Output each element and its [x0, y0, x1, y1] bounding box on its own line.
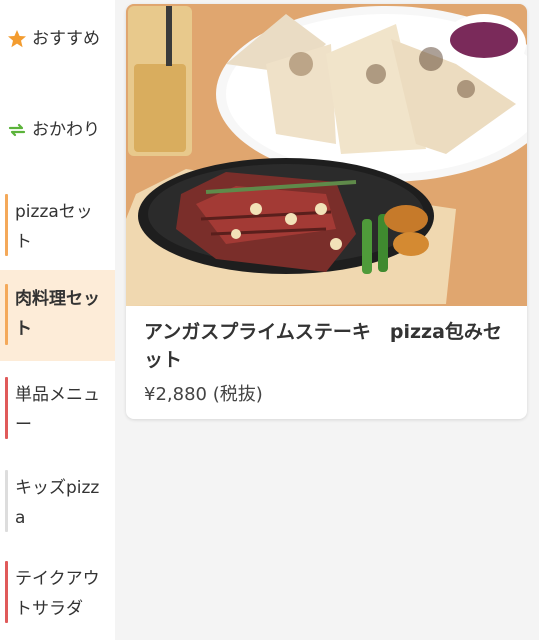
product-name: アンガスプライムステーキ pizza包みセット [144, 321, 502, 371]
product-price: ¥2,880 (税抜) [144, 384, 263, 405]
sidebar-item-single-menu[interactable]: 単品メニュー [0, 377, 115, 439]
sidebar-item-label: おかわり [32, 120, 100, 140]
category-sidebar: おすすめ おかわり pizzaセット 肉料理セット 単品メニュー キッズpizz… [0, 0, 115, 640]
sidebar-item-refill[interactable]: おかわり [0, 110, 115, 150]
sidebar-item-label: キッズpizza [15, 478, 100, 528]
sidebar-item-recommended[interactable]: おすすめ [0, 19, 115, 59]
sidebar-item-label: おすすめ [32, 29, 100, 49]
star-icon [6, 28, 28, 50]
product-card[interactable]: アンガスプライムステーキ pizza包みセット ¥2,880 (税抜) [126, 4, 527, 419]
sidebar-item-pizza-set[interactable]: pizzaセット [0, 194, 115, 256]
category-indicator [5, 194, 8, 256]
category-indicator [5, 561, 8, 623]
sidebar-item-label: pizzaセット [15, 202, 93, 252]
sidebar-item-label: 単品メニュー [15, 385, 100, 435]
sidebar-item-label: 肉料理セット [15, 289, 100, 339]
sidebar-item-label: テイクアウトサラダ [15, 569, 100, 619]
sidebar-item-kids-pizza[interactable]: キッズpizza [0, 470, 115, 532]
category-indicator [5, 284, 8, 345]
sidebar-item-meat-set[interactable]: 肉料理セット [0, 270, 115, 361]
category-indicator [5, 377, 8, 439]
category-indicator [5, 470, 8, 532]
sidebar-item-takeout-salad[interactable]: テイクアウトサラダ [0, 561, 115, 623]
refresh-icon [6, 119, 28, 141]
product-photo [126, 4, 527, 306]
